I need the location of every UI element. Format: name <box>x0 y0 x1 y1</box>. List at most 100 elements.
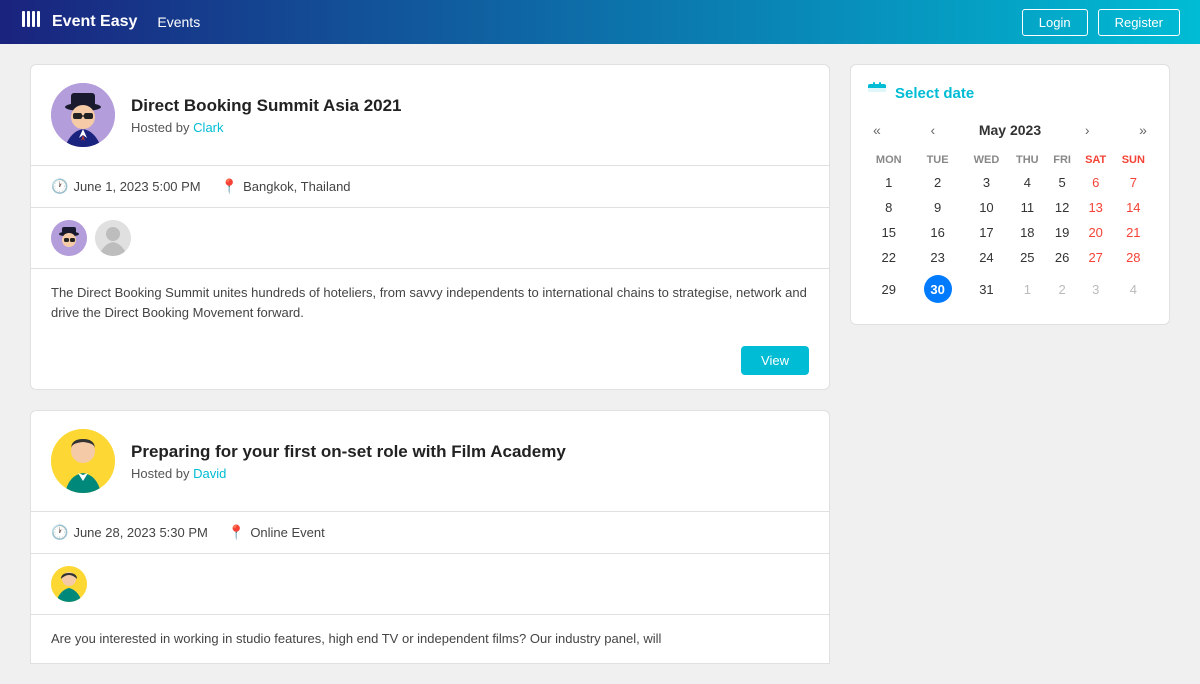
calendar-day-1-2[interactable]: 10 <box>965 195 1008 220</box>
day-header-thu: THU <box>1008 150 1046 170</box>
cal-month-year: May 2023 <box>979 122 1041 138</box>
event-description-1: The Direct Booking Summit unites hundred… <box>31 269 829 336</box>
event-location-2: 📍 Online Event <box>228 524 325 541</box>
cal-next-btn[interactable]: › <box>1079 120 1096 140</box>
calendar-day-4-4[interactable]: 2 <box>1046 270 1077 308</box>
event-hosted-1: Hosted by Clark <box>131 120 809 135</box>
calendar-day-1-3[interactable]: 11 <box>1008 195 1046 220</box>
header-right: Login Register <box>1022 9 1180 36</box>
events-column: Direct Booking Summit Asia 2021 Hosted b… <box>30 64 830 664</box>
calendar-week-5: 2930311234 <box>867 270 1153 308</box>
attendee-avatar-3 <box>51 566 87 602</box>
host-link-1[interactable]: Clark <box>193 120 223 135</box>
calendar-day-1-1[interactable]: 9 <box>910 195 964 220</box>
attendee-avatar-2 <box>95 220 131 256</box>
day-header-sat: SAT <box>1078 150 1114 170</box>
nav-events-link[interactable]: Events <box>157 14 200 30</box>
calendar-day-0-5[interactable]: 6 <box>1078 170 1114 195</box>
calendar-day-3-4[interactable]: 26 <box>1046 245 1077 270</box>
cal-next-next-btn[interactable]: » <box>1133 120 1153 140</box>
day-header-mon: MON <box>867 150 910 170</box>
event-header-2: Preparing for your first on-set role wit… <box>31 411 829 512</box>
calendar-day-headers: MON TUE WED THU FRI SAT SUN <box>867 150 1153 170</box>
calendar-body: 1234567891011121314151617181920212223242… <box>867 170 1153 308</box>
location-icon-2: 📍 <box>228 524 245 541</box>
login-button[interactable]: Login <box>1022 9 1088 36</box>
calendar-day-0-4[interactable]: 5 <box>1046 170 1077 195</box>
logo-icon <box>20 8 42 36</box>
event-location-1: 📍 Bangkok, Thailand <box>221 178 351 195</box>
calendar-day-4-0[interactable]: 29 <box>867 270 910 308</box>
calendar-column: Select date « ‹ May 2023 › » MON TUE WED… <box>850 64 1170 664</box>
clock-icon: 🕐 <box>51 178 68 195</box>
calendar-day-2-1[interactable]: 16 <box>910 220 964 245</box>
event-header-1: Direct Booking Summit Asia 2021 Hosted b… <box>31 65 829 166</box>
calendar-day-3-1[interactable]: 23 <box>910 245 964 270</box>
attendee-avatar-1 <box>51 220 87 256</box>
register-button[interactable]: Register <box>1098 9 1180 36</box>
day-header-sun: SUN <box>1114 150 1153 170</box>
event-info-1: Direct Booking Summit Asia 2021 Hosted b… <box>131 96 809 135</box>
calendar-day-4-2[interactable]: 31 <box>965 270 1008 308</box>
app-header: Event Easy Events Login Register <box>0 0 1200 44</box>
calendar-grid: MON TUE WED THU FRI SAT SUN 123456789101… <box>867 150 1153 308</box>
calendar-card: Select date « ‹ May 2023 › » MON TUE WED… <box>850 64 1170 325</box>
cal-prev-btn[interactable]: ‹ <box>924 120 941 140</box>
event-date-1: 🕐 June 1, 2023 5:00 PM <box>51 178 201 195</box>
event-attendees-1 <box>31 208 829 269</box>
calendar-day-2-0[interactable]: 15 <box>867 220 910 245</box>
calendar-icon <box>867 81 887 106</box>
cal-prev-prev-btn[interactable]: « <box>867 120 887 140</box>
event-attendees-2 <box>31 554 829 615</box>
clock-icon-2: 🕐 <box>51 524 68 541</box>
event-date-2: 🕐 June 28, 2023 5:30 PM <box>51 524 208 541</box>
event-hosted-2: Hosted by David <box>131 466 809 481</box>
calendar-day-0-2[interactable]: 3 <box>965 170 1008 195</box>
event-actions-1: View <box>31 336 829 389</box>
day-header-tue: TUE <box>910 150 964 170</box>
calendar-day-4-1[interactable]: 30 <box>910 270 964 308</box>
calendar-day-4-6[interactable]: 4 <box>1114 270 1153 308</box>
calendar-day-0-0[interactable]: 1 <box>867 170 910 195</box>
event-title-1: Direct Booking Summit Asia 2021 <box>131 96 809 116</box>
calendar-day-4-5[interactable]: 3 <box>1078 270 1114 308</box>
event-title-2: Preparing for your first on-set role wit… <box>131 442 809 462</box>
calendar-day-3-6[interactable]: 28 <box>1114 245 1153 270</box>
calendar-day-3-2[interactable]: 24 <box>965 245 1008 270</box>
calendar-day-1-5[interactable]: 13 <box>1078 195 1114 220</box>
calendar-day-2-5[interactable]: 20 <box>1078 220 1114 245</box>
calendar-day-3-5[interactable]: 27 <box>1078 245 1114 270</box>
event-card-2: Preparing for your first on-set role wit… <box>30 410 830 664</box>
calendar-day-2-2[interactable]: 17 <box>965 220 1008 245</box>
calendar-day-2-6[interactable]: 21 <box>1114 220 1153 245</box>
view-button-1[interactable]: View <box>741 346 809 375</box>
calendar-day-3-3[interactable]: 25 <box>1008 245 1046 270</box>
calendar-day-0-3[interactable]: 4 <box>1008 170 1046 195</box>
event-avatar-2 <box>51 429 115 493</box>
calendar-day-2-3[interactable]: 18 <box>1008 220 1046 245</box>
calendar-day-1-4[interactable]: 12 <box>1046 195 1077 220</box>
calendar-day-3-0[interactable]: 22 <box>867 245 910 270</box>
logo-area: Event Easy <box>20 8 137 36</box>
event-info-2: Preparing for your first on-set role wit… <box>131 442 809 481</box>
calendar-day-1-6[interactable]: 14 <box>1114 195 1153 220</box>
location-icon: 📍 <box>221 178 238 195</box>
header-left: Event Easy Events <box>20 8 200 36</box>
event-description-2: Are you interested in working in studio … <box>31 615 829 663</box>
day-header-wed: WED <box>965 150 1008 170</box>
calendar-day-2-4[interactable]: 19 <box>1046 220 1077 245</box>
event-meta-1: 🕐 June 1, 2023 5:00 PM 📍 Bangkok, Thaila… <box>31 166 829 208</box>
calendar-nav: « ‹ May 2023 › » <box>867 120 1153 140</box>
calendar-day-4-3[interactable]: 1 <box>1008 270 1046 308</box>
calendar-week-2: 891011121314 <box>867 195 1153 220</box>
app-name: Event Easy <box>52 13 137 31</box>
calendar-day-1-0[interactable]: 8 <box>867 195 910 220</box>
day-header-fri: FRI <box>1046 150 1077 170</box>
calendar-title: Select date <box>867 81 1153 106</box>
calendar-week-3: 15161718192021 <box>867 220 1153 245</box>
event-card-1: Direct Booking Summit Asia 2021 Hosted b… <box>30 64 830 390</box>
calendar-day-0-1[interactable]: 2 <box>910 170 964 195</box>
calendar-week-4: 22232425262728 <box>867 245 1153 270</box>
calendar-day-0-6[interactable]: 7 <box>1114 170 1153 195</box>
host-link-2[interactable]: David <box>193 466 226 481</box>
